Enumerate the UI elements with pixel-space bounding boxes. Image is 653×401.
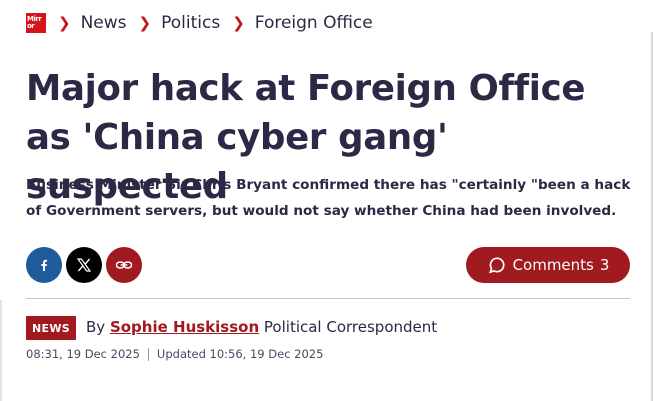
link-icon [115, 261, 133, 269]
comment-bubble-icon [488, 257, 505, 274]
mirror-logo[interactable]: Mirr or [26, 13, 46, 33]
share-x-button[interactable] [66, 247, 102, 283]
news-tag[interactable]: NEWS [26, 316, 76, 340]
byline: By Sophie Huskisson Political Correspond… [86, 318, 437, 336]
comments-count: 3 [599, 256, 610, 274]
breadcrumb: Mirr or ❯ News ❯ Politics ❯ Foreign Offi… [26, 11, 373, 35]
article-dates: 08:31, 19 Dec 2025 Updated 10:56, 19 Dec… [26, 347, 323, 361]
chevron-right-icon: ❯ [232, 13, 245, 32]
page-edge-left [0, 300, 2, 401]
share-facebook-button[interactable] [26, 247, 62, 283]
logo-text-bottom: or [27, 22, 35, 30]
divider [26, 298, 630, 299]
comments-button[interactable]: Comments 3 [466, 247, 630, 283]
chevron-right-icon: ❯ [58, 13, 71, 32]
x-icon [76, 258, 92, 272]
facebook-icon [41, 259, 47, 271]
author-link[interactable]: Sophie Huskisson [110, 318, 259, 336]
chevron-right-icon: ❯ [138, 13, 152, 32]
published-time: 08:31, 19 Dec 2025 [26, 347, 140, 361]
updated-time: Updated 10:56, 19 Dec 2025 [156, 347, 324, 361]
byline-by: By [86, 318, 106, 336]
breadcrumb-news[interactable]: News [81, 13, 127, 33]
article-standfirst: Business Minister Sir Chris Bryant confi… [26, 177, 631, 219]
breadcrumb-foreign-office[interactable]: Foreign Office [255, 13, 373, 33]
comments-label: Comments [512, 256, 594, 274]
copy-link-button[interactable] [106, 247, 142, 283]
breadcrumb-politics[interactable]: Politics [161, 13, 220, 33]
date-separator [147, 347, 149, 361]
author-role: Political Correspondent [263, 318, 438, 336]
